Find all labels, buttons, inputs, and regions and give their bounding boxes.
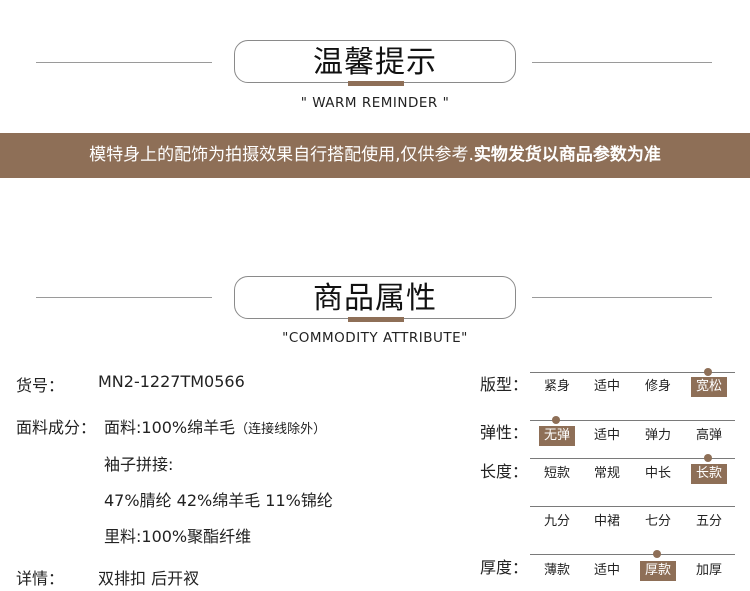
thickness-option-2: 适中 [593, 563, 620, 578]
thickness-line [530, 554, 735, 555]
length-option-4-selected: 长款 [691, 464, 727, 484]
elasticity-option-3: 弹力 [644, 428, 671, 443]
thickness-label: 厚度： [480, 558, 529, 577]
divider-line-left-2 [36, 297, 212, 298]
reminder-subtitle: " WARM REMINDER " [300, 95, 450, 111]
thickness-option-3-selected: 厚款 [640, 561, 676, 581]
detail-label: 详情： [16, 569, 65, 588]
elasticity-option-2: 适中 [593, 428, 620, 443]
divider-line-left [36, 62, 212, 63]
elasticity-option-1-selected: 无弹 [539, 426, 575, 446]
fit-option-3: 修身 [644, 379, 671, 394]
fit-option-1: 紧身 [543, 379, 570, 394]
elasticity-option-4: 高弹 [695, 428, 722, 443]
length-label: 长度： [480, 462, 529, 481]
item-number-value: MN2-1227TM0566 [98, 372, 245, 391]
elasticity-selected-dot [552, 416, 560, 424]
fabric-value-line: 面料:100%绵羊毛（连接线除外） [104, 414, 326, 438]
fit-option-4-selected: 宽松 [691, 377, 727, 397]
attribute-title: 商品属性 [313, 281, 437, 316]
thickness-option-1: 薄款 [543, 563, 570, 578]
fit-label: 版型： [480, 375, 529, 394]
length-selected-dot [704, 454, 712, 462]
fabric-value: 面料:100%绵羊毛 [104, 418, 236, 437]
elasticity-label: 弹性： [480, 423, 529, 442]
length2-option-4: 五分 [695, 514, 722, 529]
reminder-title: 温馨提示 [313, 45, 437, 80]
thickness-option-4: 加厚 [695, 563, 722, 578]
length-option-3: 中长 [644, 466, 671, 481]
divider-line-right [532, 62, 712, 63]
fit-selected-dot [704, 368, 712, 376]
length2-option-2: 中裙 [593, 514, 620, 529]
length2-option-3: 七分 [644, 514, 671, 529]
fabric-label: 面料成分： [16, 418, 97, 437]
elasticity-line [530, 420, 735, 421]
notice-text: 模特身上的配饰为拍摄效果自行搭配使用,仅供参考. [89, 145, 474, 165]
length-line-2 [530, 506, 735, 507]
notice-band: 模特身上的配饰为拍摄效果自行搭配使用,仅供参考.实物发货以商品参数为准 [0, 133, 750, 178]
attribute-title-bar [348, 317, 404, 322]
lining-value: 里料:100%聚酯纤维 [104, 527, 252, 546]
thickness-selected-dot [653, 550, 661, 558]
fabric-note: （连接线除外） [235, 422, 327, 437]
reminder-title-bar [348, 81, 404, 86]
sleeve-value: 47%腈纶 42%绵羊毛 11%锦纶 [104, 491, 333, 510]
sleeve-label: 袖子拼接: [104, 455, 174, 474]
detail-value: 双排扣 后开衩 [98, 569, 200, 588]
length-option-2: 常规 [593, 466, 620, 481]
fit-option-2: 适中 [593, 379, 620, 394]
length2-option-1: 九分 [543, 514, 570, 529]
reminder-title-pill: 温馨提示 [234, 40, 516, 86]
attribute-title-pill: 商品属性 [234, 276, 516, 322]
notice-bold-text: 实物发货以商品参数为准 [473, 145, 661, 165]
item-number-label: 货号： [16, 376, 65, 395]
divider-line-right-2 [532, 297, 712, 298]
attribute-subtitle: "COMMODITY ATTRIBUTE" [282, 330, 468, 346]
length-option-1: 短款 [543, 466, 570, 481]
